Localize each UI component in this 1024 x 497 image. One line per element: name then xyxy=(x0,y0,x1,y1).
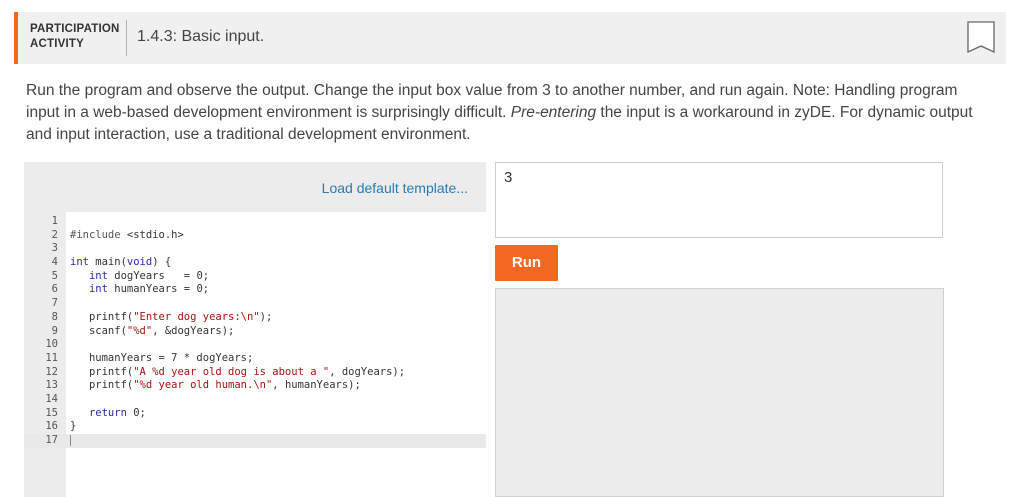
code-area[interactable]: 1 2 #include <stdio.h> 3 4 int main(void) {5 … xyxy=(24,215,486,448)
code-line[interactable]: 8 printf("Enter dog years:\n"); xyxy=(24,311,486,325)
header-divider xyxy=(126,20,127,56)
code-line[interactable]: 16} xyxy=(24,420,486,434)
code-line-text: int dogYears = 0; xyxy=(88,269,210,282)
line-number: 1 xyxy=(51,215,58,227)
code-line-text xyxy=(70,434,71,448)
code-line-text: printf("A %d year old dog is about a ", … xyxy=(70,365,406,378)
line-number: 16 xyxy=(45,420,58,433)
code-line[interactable]: 7 xyxy=(24,297,486,311)
code-line[interactable]: 1 xyxy=(24,215,486,229)
line-number: 10 xyxy=(45,338,58,351)
code-line-text: int main(void) { xyxy=(70,256,172,269)
code-line[interactable]: 4 int main(void) { xyxy=(24,256,486,270)
activity-title: 1.4.3: Basic input. xyxy=(137,28,265,45)
code-line[interactable]: 3 xyxy=(24,242,486,256)
load-default-template-link[interactable]: Load default template... xyxy=(322,180,468,196)
code-line-text: printf("Enter dog years:\n"); xyxy=(70,310,273,323)
code-line[interactable]: 10 xyxy=(24,338,486,352)
code-line[interactable]: 15 return 0; xyxy=(24,407,486,421)
line-number: 12 xyxy=(45,365,58,378)
code-line-text: } xyxy=(70,420,77,433)
instructions-text: Run the program and observe the output. … xyxy=(26,80,986,146)
code-line[interactable]: 9 scanf("%d", &dogYears); xyxy=(24,325,486,339)
participation-activity: PARTICIPATION ACTIVITY 1.4.3: Basic inpu… xyxy=(14,12,1006,497)
bookmark-icon[interactable] xyxy=(966,20,996,56)
line-number: 3 xyxy=(51,242,58,255)
code-line-text: int humanYears = 0; xyxy=(88,283,210,296)
line-number: 4 xyxy=(51,256,58,269)
activity-header: PARTICIPATION ACTIVITY 1.4.3: Basic inpu… xyxy=(14,12,1006,64)
code-line[interactable]: 14 xyxy=(24,393,486,407)
code-line[interactable]: 13 printf("%d year old human.\n", humanY… xyxy=(24,379,486,393)
run-button[interactable]: Run xyxy=(495,245,558,281)
code-line-text: return 0; xyxy=(88,406,146,419)
line-number: 2 xyxy=(51,228,58,241)
line-number: 6 xyxy=(51,283,58,296)
code-line-text: printf("%d year old human.\n", humanYear… xyxy=(70,379,361,392)
program-input-box[interactable]: 3 xyxy=(495,162,943,238)
code-editor[interactable]: Load default template... 1 2 #include <std… xyxy=(24,162,486,497)
line-number: 8 xyxy=(51,310,58,323)
code-line-text: #include <stdio.h> xyxy=(70,228,184,241)
editor-toolbar: Load default template... xyxy=(24,162,486,212)
line-number: 9 xyxy=(51,324,58,337)
code-line[interactable]: 11 humanYears = 7 * dogYears; xyxy=(24,352,486,366)
activity-type-line1: PARTICIPATION xyxy=(30,23,120,35)
line-number: 17 xyxy=(45,434,58,446)
activity-type-line2: ACTIVITY xyxy=(30,38,84,50)
line-number: 15 xyxy=(45,406,58,419)
text-cursor xyxy=(70,434,71,446)
code-line[interactable]: 17 xyxy=(24,434,486,448)
code-line[interactable]: 2 #include <stdio.h> xyxy=(24,229,486,243)
instructions-emphasis: Pre-entering xyxy=(510,104,597,121)
line-number: 5 xyxy=(51,269,58,282)
line-number: 7 xyxy=(51,297,58,310)
code-line[interactable]: 12 printf("A %d year old dog is about a … xyxy=(24,366,486,380)
code-line[interactable]: 5 int dogYears = 0; xyxy=(24,270,486,284)
code-line-text: humanYears = 7 * dogYears; xyxy=(70,351,254,364)
code-line-text: scanf("%d", &dogYears); xyxy=(70,324,235,337)
line-number: 11 xyxy=(45,351,58,364)
activity-type-label: PARTICIPATION ACTIVITY xyxy=(30,22,120,52)
line-number: 14 xyxy=(45,392,58,405)
code-line[interactable]: 6 int humanYears = 0; xyxy=(24,283,486,297)
program-output-area xyxy=(495,288,944,497)
line-number: 13 xyxy=(45,379,58,392)
